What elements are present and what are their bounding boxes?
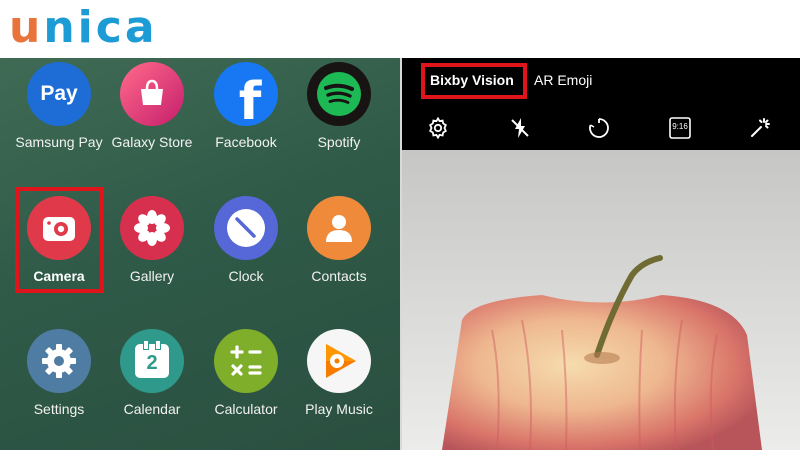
app-label: Calendar — [123, 401, 181, 417]
app-samsung-pay[interactable]: Pay Samsung Pay — [11, 62, 107, 150]
apple-image — [402, 150, 800, 450]
camera-viewfinder[interactable] — [402, 150, 800, 450]
app-spotify[interactable]: Spotify — [291, 62, 387, 150]
mode-bixby-vision[interactable]: Bixby Vision — [430, 72, 514, 88]
mode-ar-emoji[interactable]: AR Emoji — [534, 72, 592, 88]
unica-logo: unica — [9, 2, 158, 53]
play-music-icon — [307, 329, 371, 393]
app-calculator[interactable]: Calculator — [198, 329, 294, 417]
galaxy-store-icon — [120, 62, 184, 126]
gallery-icon — [120, 196, 184, 260]
clock-icon — [214, 196, 278, 260]
app-settings[interactable]: Settings — [11, 329, 107, 417]
samsung-pay-icon: Pay — [27, 62, 91, 126]
aspect-ratio-label: 9:16 — [672, 122, 688, 131]
app-label: Settings — [33, 401, 85, 417]
app-gallery[interactable]: Gallery — [104, 196, 200, 284]
home-screen: Pay Samsung Pay Galaxy Store f Facebook … — [0, 58, 400, 450]
timer-off-icon[interactable] — [587, 116, 611, 140]
camera-toolbar: 9:16 — [402, 110, 800, 146]
settings-icon[interactable] — [426, 116, 450, 140]
app-clock[interactable]: Clock — [198, 196, 294, 284]
settings-icon — [27, 329, 91, 393]
header: unica — [0, 0, 800, 58]
app-label: Gallery — [129, 268, 175, 284]
app-label: Clock — [228, 268, 264, 284]
spotify-icon — [307, 62, 371, 126]
app-label: Galaxy Store — [111, 134, 193, 150]
facebook-icon: f — [214, 62, 278, 126]
app-play-music[interactable]: Play Music — [291, 329, 387, 417]
calculator-icon — [214, 329, 278, 393]
app-facebook[interactable]: f Facebook — [198, 62, 294, 150]
app-label: Facebook — [215, 134, 277, 150]
app-contacts[interactable]: Contacts — [291, 196, 387, 284]
flash-off-icon[interactable] — [508, 116, 532, 140]
app-label: Contacts — [311, 268, 367, 284]
aspect-ratio-icon[interactable]: 9:16 — [668, 116, 692, 140]
app-label: Calculator — [214, 401, 278, 417]
filter-effects-icon[interactable] — [748, 116, 772, 140]
calendar-icon: 2 — [120, 329, 184, 393]
app-label: Samsung Pay — [15, 134, 103, 150]
camera-screen: Bixby Vision AR Emoji 9:16 — [402, 58, 800, 450]
app-label: Spotify — [317, 134, 361, 150]
app-label: Play Music — [305, 401, 373, 417]
camera-highlight-box — [15, 187, 104, 293]
app-galaxy-store[interactable]: Galaxy Store — [104, 62, 200, 150]
contacts-icon — [307, 196, 371, 260]
app-calendar[interactable]: 2 Calendar — [104, 329, 200, 417]
camera-mode-bar: Bixby Vision AR Emoji — [402, 58, 800, 106]
